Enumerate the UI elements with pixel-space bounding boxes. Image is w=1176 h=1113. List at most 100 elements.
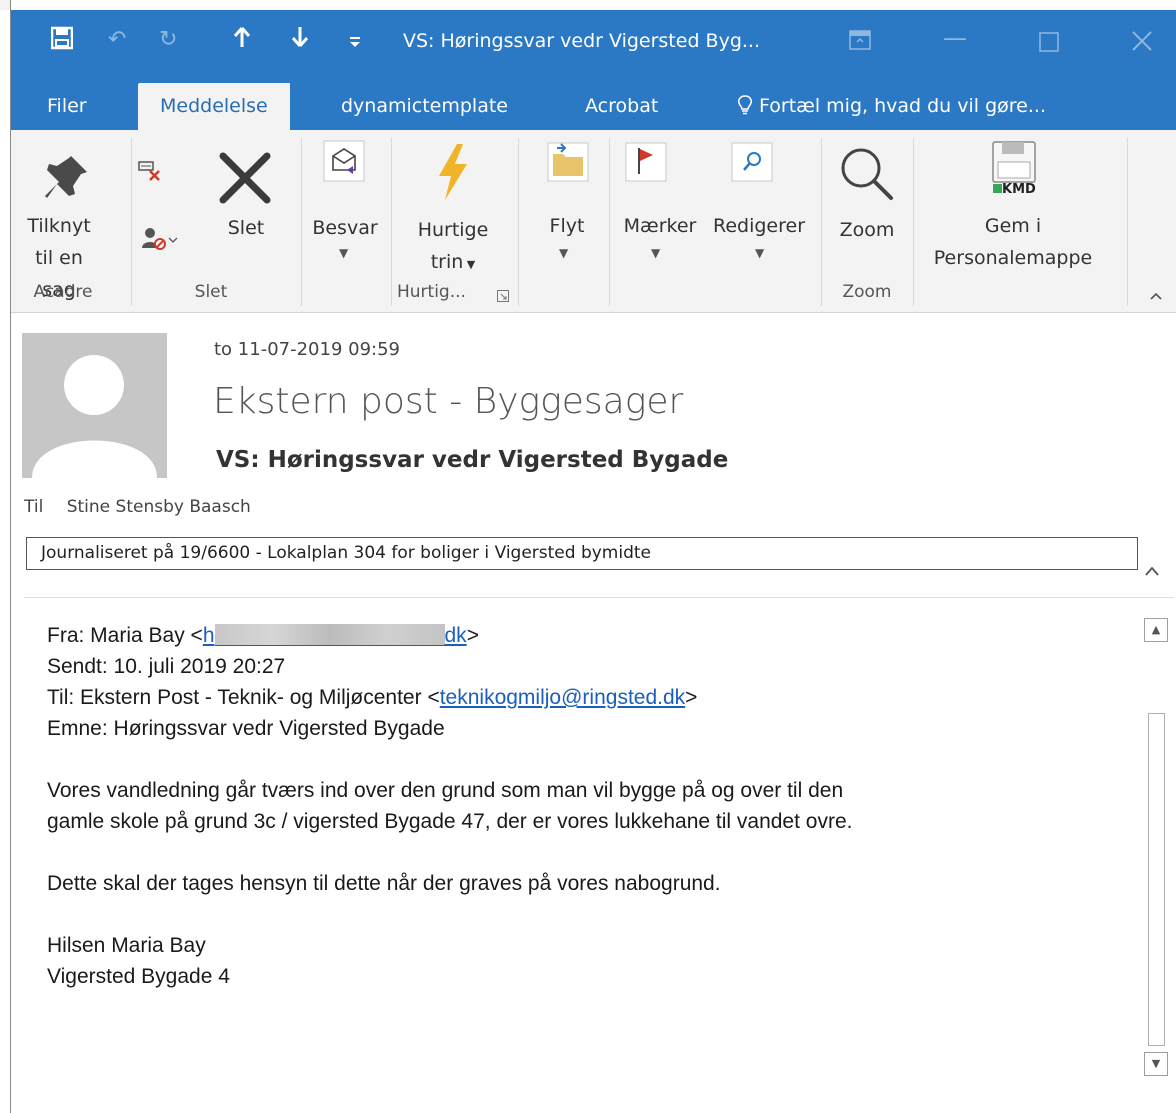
- vertical-scrollbar[interactable]: ▲ ▼: [1144, 618, 1168, 1076]
- ribbon-separator: [821, 138, 822, 306]
- tab-filer[interactable]: Filer: [33, 83, 101, 130]
- ribbon-separator: [518, 138, 519, 306]
- quick-steps-button[interactable]: Hurtige trin ▼: [407, 214, 499, 281]
- group-label-delete: Slet: [194, 282, 228, 302]
- arrow-up-icon[interactable]: [233, 26, 251, 54]
- body-paragraph-line: Vores vandledning går tværs ind over den…: [47, 779, 844, 802]
- arrow-down-icon[interactable]: [291, 26, 309, 54]
- ribbon-display-options-icon[interactable]: [849, 28, 871, 56]
- move-button[interactable]: Flyt: [545, 210, 589, 242]
- from-email-link[interactable]: h dk: [203, 624, 467, 647]
- body-to-line: Til: Ekstern Post - Teknik- og Miljøcent…: [47, 682, 1137, 713]
- to-prefix: Til: Ekstern Post - Teknik- og Miljøcent…: [47, 686, 440, 709]
- search-icon[interactable]: [731, 142, 773, 186]
- avatar: [22, 333, 167, 478]
- body-from-line: Fra: Maria Bay <h dk>: [47, 620, 1137, 651]
- scrollbar-thumb[interactable]: [1148, 713, 1165, 1046]
- quick-steps-dropdown-icon: ▼: [463, 258, 476, 271]
- editing-dropdown-icon[interactable]: ▼: [755, 246, 764, 260]
- ribbon-tabs: Filer Meddelelse dynamictemplate Acrobat…: [11, 83, 1176, 130]
- tab-acrobat[interactable]: Acrobat: [571, 83, 672, 130]
- ribbon: Tilknyt til en sag Acadre Slet Slet Besv…: [11, 130, 1176, 313]
- collapse-header-icon[interactable]: [1144, 558, 1160, 582]
- window-title: VS: Høringssvar vedr Vigersted Byg...: [403, 30, 761, 52]
- maximize-icon[interactable]: [1039, 30, 1059, 58]
- save-personnel-line1: Gem i: [984, 215, 1042, 237]
- flag-icon[interactable]: [625, 142, 667, 186]
- kmd-logo: KMD: [993, 182, 1036, 197]
- kmd-badge-text: KMD: [1002, 182, 1036, 197]
- tab-meddelelse[interactable]: Meddelelse: [138, 83, 290, 130]
- zoom-button[interactable]: Zoom: [831, 214, 903, 246]
- scroll-down-icon[interactable]: ▼: [1144, 1052, 1168, 1076]
- ribbon-separator: [391, 138, 392, 306]
- save-to-personnel-folder-button[interactable]: Gem i Personalemappe: [923, 210, 1103, 274]
- junk-block-icon[interactable]: [141, 226, 181, 256]
- group-label-zoom: Zoom: [842, 282, 892, 302]
- to-email-link[interactable]: teknikogmiljo@ringsted.dk: [440, 686, 685, 709]
- close-icon[interactable]: [1131, 30, 1153, 58]
- ribbon-separator: [913, 138, 914, 306]
- undo-icon[interactable]: ↶: [108, 26, 126, 54]
- delete-button[interactable]: Slet: [223, 212, 269, 244]
- reply-icon[interactable]: [323, 140, 365, 186]
- message-sender[interactable]: Ekstern post - Byggesager: [213, 381, 683, 422]
- pin-icon: [41, 152, 91, 206]
- message-date: to 11-07-2019 09:59: [214, 339, 400, 360]
- from-email-start: h: [202, 624, 215, 647]
- message-body: Fra: Maria Bay <h dk> Sendt: 10. juli 201…: [47, 620, 1137, 992]
- quick-steps-line2-text: trin: [430, 251, 464, 273]
- redo-icon[interactable]: ↻: [159, 26, 177, 54]
- scroll-up-icon[interactable]: ▲: [1144, 618, 1168, 642]
- redacted-email: [214, 624, 445, 646]
- from-email-end: dk: [444, 624, 467, 647]
- quick-steps-line2: trin ▼: [407, 246, 499, 281]
- delete-x-icon[interactable]: [217, 150, 273, 210]
- tell-me-text: Fortæl mig, hvad du vil gøre...: [759, 95, 1046, 117]
- dialog-launcher-icon[interactable]: [497, 287, 509, 306]
- group-label-quick-steps: Hurtig...: [397, 282, 466, 302]
- reply-dropdown-icon[interactable]: ▼: [339, 246, 348, 260]
- to-suffix: >: [685, 686, 698, 709]
- tab-dynamictemplate[interactable]: dynamictemplate: [327, 83, 522, 130]
- ribbon-separator: [609, 138, 610, 306]
- save-personnel-line2: Personalemappe: [933, 247, 1093, 269]
- group-label-acadre: Acadre: [33, 282, 93, 302]
- save-icon[interactable]: [50, 26, 74, 56]
- body-subject-line: Emne: Høringssvar vedr Vigersted Bygade: [47, 717, 445, 740]
- from-suffix: >: [466, 624, 479, 647]
- attach-case-line1: Tilknyt: [27, 215, 91, 237]
- recipient-name[interactable]: Stine Stensby Baasch: [67, 497, 251, 517]
- collapse-ribbon-icon[interactable]: [1149, 286, 1163, 305]
- ribbon-separator: [131, 138, 132, 306]
- zoom-icon[interactable]: [837, 144, 897, 208]
- ignore-conversation-icon[interactable]: [137, 158, 163, 186]
- ribbon-separator: [1127, 138, 1128, 306]
- move-folder-icon[interactable]: [547, 142, 589, 186]
- recipient-label: Til: [24, 497, 44, 517]
- quick-steps-line1: Hurtige: [417, 219, 489, 241]
- message-subject: VS: Høringssvar vedr Vigersted Bygade: [216, 447, 729, 473]
- header-divider: [24, 597, 1174, 598]
- from-prefix: Fra: Maria Bay <: [47, 624, 203, 647]
- move-dropdown-icon[interactable]: ▼: [559, 246, 568, 260]
- tell-me-search[interactable]: Fortæl mig, hvad du vil gøre...: [723, 83, 1060, 130]
- body-sent-line: Sendt: 10. juli 2019 20:27: [47, 655, 286, 678]
- tags-button[interactable]: Mærker: [615, 210, 705, 242]
- signature-line: Vigersted Bygade 4: [47, 965, 230, 988]
- signature-line: Hilsen Maria Bay: [47, 934, 206, 957]
- body-paragraph-line: gamle skole på grund 3c / vigersted Byga…: [47, 810, 853, 833]
- recipient-row: Til Stine Stensby Baasch: [24, 497, 251, 517]
- editing-button[interactable]: Redigerer: [705, 210, 813, 242]
- tags-dropdown-icon[interactable]: ▼: [651, 246, 660, 260]
- body-paragraph-line: Dette skal der tages hensyn til dette nå…: [47, 872, 721, 895]
- reply-button[interactable]: Besvar: [309, 212, 381, 244]
- journal-info-bar: Journaliseret på 19/6600 - Lokalplan 304…: [26, 537, 1138, 570]
- customize-quick-access-icon[interactable]: [349, 30, 361, 58]
- minimize-icon[interactable]: —: [943, 24, 967, 52]
- lightbulb-icon: [737, 95, 759, 117]
- ribbon-separator: [301, 138, 302, 306]
